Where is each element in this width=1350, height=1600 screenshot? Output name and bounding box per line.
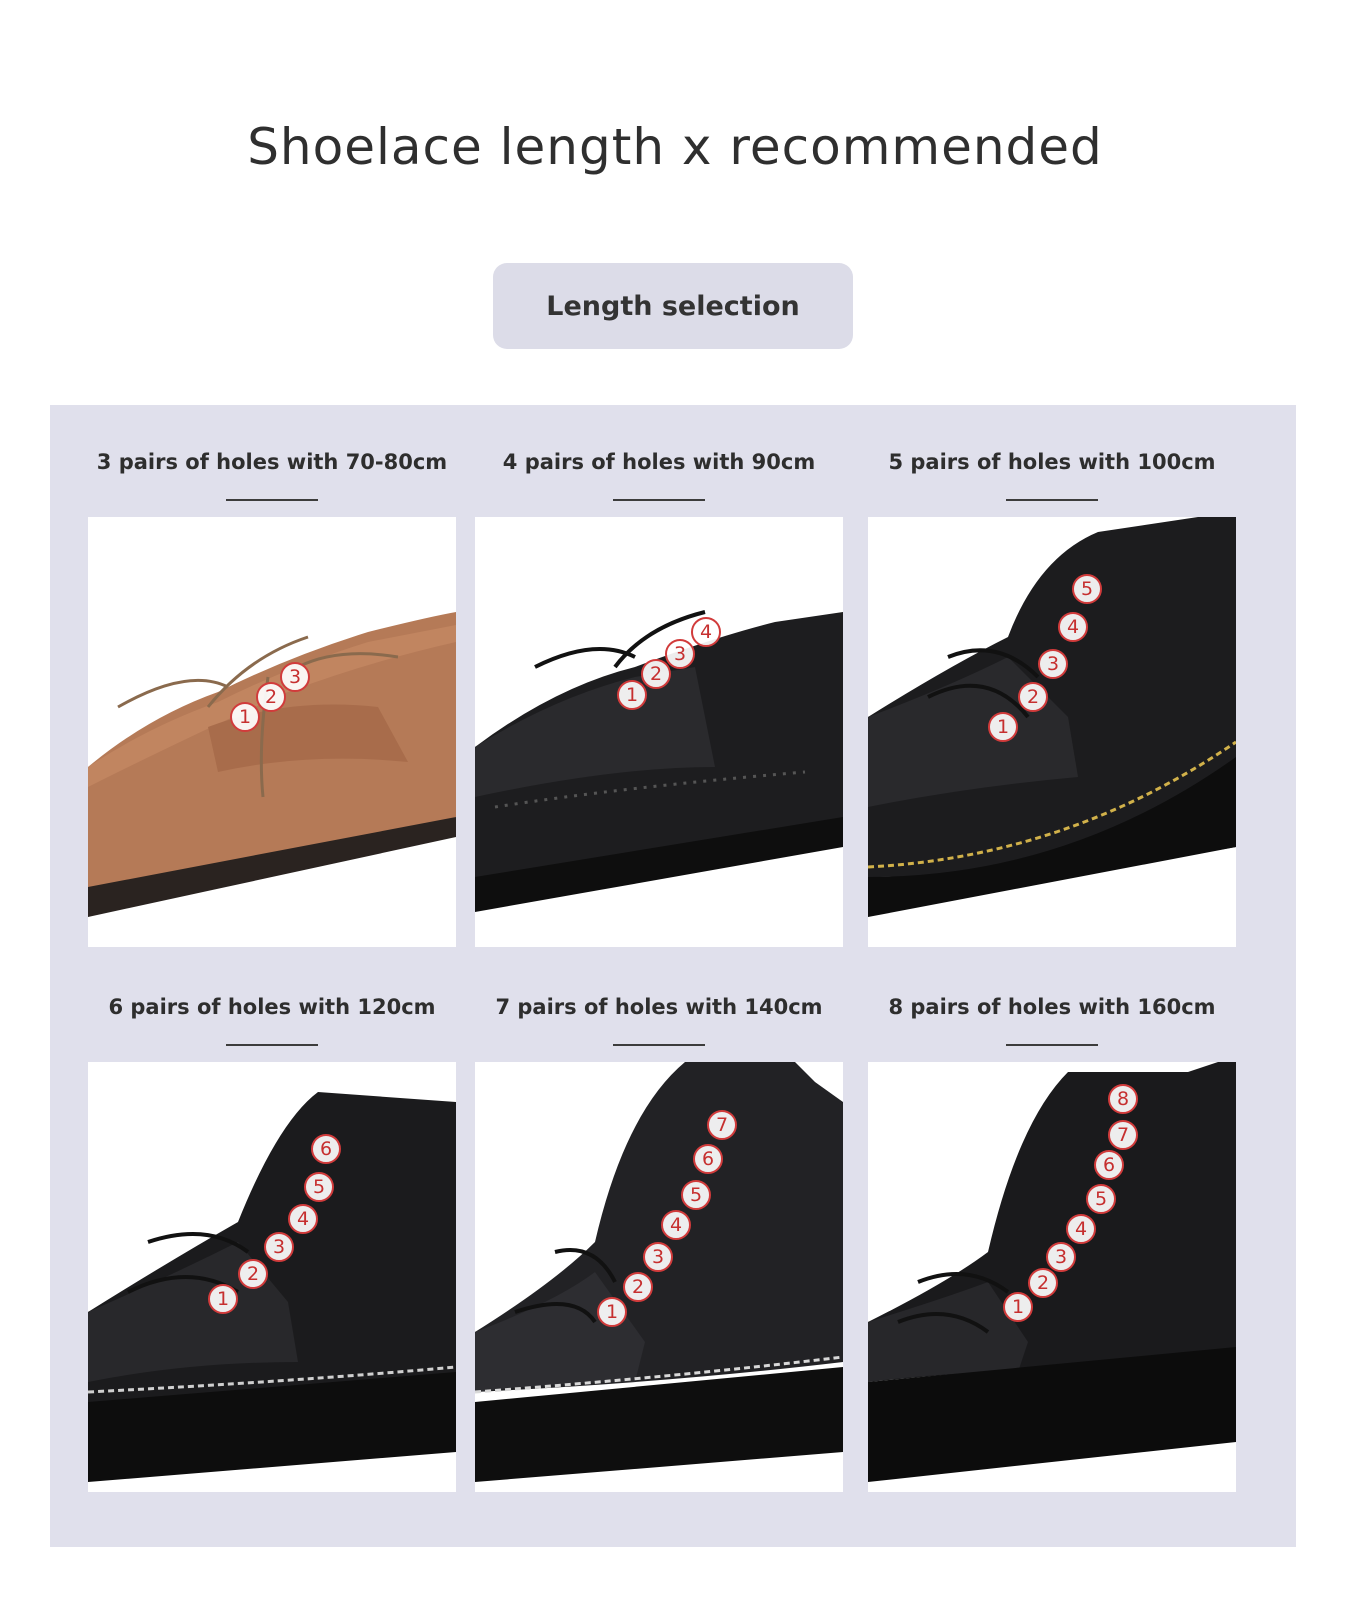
guide-card-5-pairs: 5 pairs of holes with 100cm 1 2 3 4 5 xyxy=(868,447,1236,947)
caption-divider xyxy=(226,1044,318,1046)
shoe-photo-combat-boot: 1 2 3 4 5 6 7 8 xyxy=(868,1062,1236,1492)
hole-marker: 1 xyxy=(230,702,260,732)
hole-marker: 2 xyxy=(641,659,671,689)
hole-marker: 3 xyxy=(643,1242,673,1272)
hole-marker: 5 xyxy=(304,1172,334,1202)
guide-card-4-pairs: 4 pairs of holes with 90cm 1 2 3 4 xyxy=(475,447,843,947)
guide-caption: 5 pairs of holes with 100cm xyxy=(888,450,1216,474)
length-selection-label: Length selection xyxy=(493,263,853,349)
hole-marker: 4 xyxy=(691,617,721,647)
shoe-photo-pebbled-boot: 1 2 3 4 5 6 7 xyxy=(475,1062,843,1492)
guide-caption: 3 pairs of holes with 70-80cm xyxy=(96,450,448,474)
hole-marker: 5 xyxy=(1086,1184,1116,1214)
caption-divider xyxy=(613,1044,705,1046)
guide-caption: 7 pairs of holes with 140cm xyxy=(495,995,823,1019)
hole-marker: 3 xyxy=(264,1232,294,1262)
hole-marker: 5 xyxy=(681,1180,711,1210)
hole-marker: 3 xyxy=(665,639,695,669)
hole-marker: 2 xyxy=(623,1272,653,1302)
hole-marker: 4 xyxy=(1058,612,1088,642)
hole-marker: 2 xyxy=(256,682,286,712)
hole-marker: 2 xyxy=(238,1259,268,1289)
guide-caption: 8 pairs of holes with 160cm xyxy=(888,995,1216,1019)
guide-caption: 4 pairs of holes with 90cm xyxy=(502,450,816,474)
hole-marker: 7 xyxy=(707,1110,737,1140)
hole-marker: 4 xyxy=(1066,1214,1096,1244)
guide-caption: 6 pairs of holes with 120cm xyxy=(108,995,436,1019)
hole-marker: 4 xyxy=(288,1204,318,1234)
length-guide-panel: 3 pairs of holes with 70-80cm 1 2 3 4 pa… xyxy=(50,405,1296,1547)
guide-card-6-pairs: 6 pairs of holes with 120cm 1 2 3 4 5 6 xyxy=(88,992,456,1492)
guide-card-8-pairs: 8 pairs of holes with 160cm 1 2 3 4 5 6 … xyxy=(868,992,1236,1492)
caption-divider xyxy=(613,499,705,501)
hole-marker: 7 xyxy=(1108,1120,1138,1150)
hole-marker: 1 xyxy=(988,712,1018,742)
shoe-photo-brown-derby: 1 2 3 xyxy=(88,517,456,947)
shoe-photo-black-boot-6: 1 2 3 4 5 6 xyxy=(88,1062,456,1492)
hole-marker: 1 xyxy=(617,680,647,710)
hole-marker: 1 xyxy=(208,1284,238,1314)
hole-marker: 1 xyxy=(597,1297,627,1327)
hole-marker: 1 xyxy=(1003,1292,1033,1322)
hole-marker: 2 xyxy=(1018,682,1048,712)
caption-divider xyxy=(226,499,318,501)
guide-card-3-pairs: 3 pairs of holes with 70-80cm 1 2 3 xyxy=(88,447,456,947)
hole-marker: 6 xyxy=(311,1134,341,1164)
hole-marker: 8 xyxy=(1108,1084,1138,1114)
length-selection-text: Length selection xyxy=(546,290,800,322)
page-title: Shoelace length x recommended xyxy=(247,118,1103,176)
shoe-photo-black-ankle-boot: 1 2 3 4 5 xyxy=(868,517,1236,947)
hole-marker: 6 xyxy=(693,1144,723,1174)
guide-card-7-pairs: 7 pairs of holes with 140cm 1 2 3 4 5 6 … xyxy=(475,992,843,1492)
hole-marker: 4 xyxy=(661,1210,691,1240)
hole-marker: 2 xyxy=(1028,1268,1058,1298)
hole-marker: 3 xyxy=(1038,649,1068,679)
hole-marker: 5 xyxy=(1072,574,1102,604)
shoe-photo-black-brogue: 1 2 3 4 xyxy=(475,517,843,947)
hole-marker: 3 xyxy=(1046,1242,1076,1272)
hole-marker: 6 xyxy=(1094,1150,1124,1180)
caption-divider xyxy=(1006,499,1098,501)
caption-divider xyxy=(1006,1044,1098,1046)
hole-marker: 3 xyxy=(280,662,310,692)
